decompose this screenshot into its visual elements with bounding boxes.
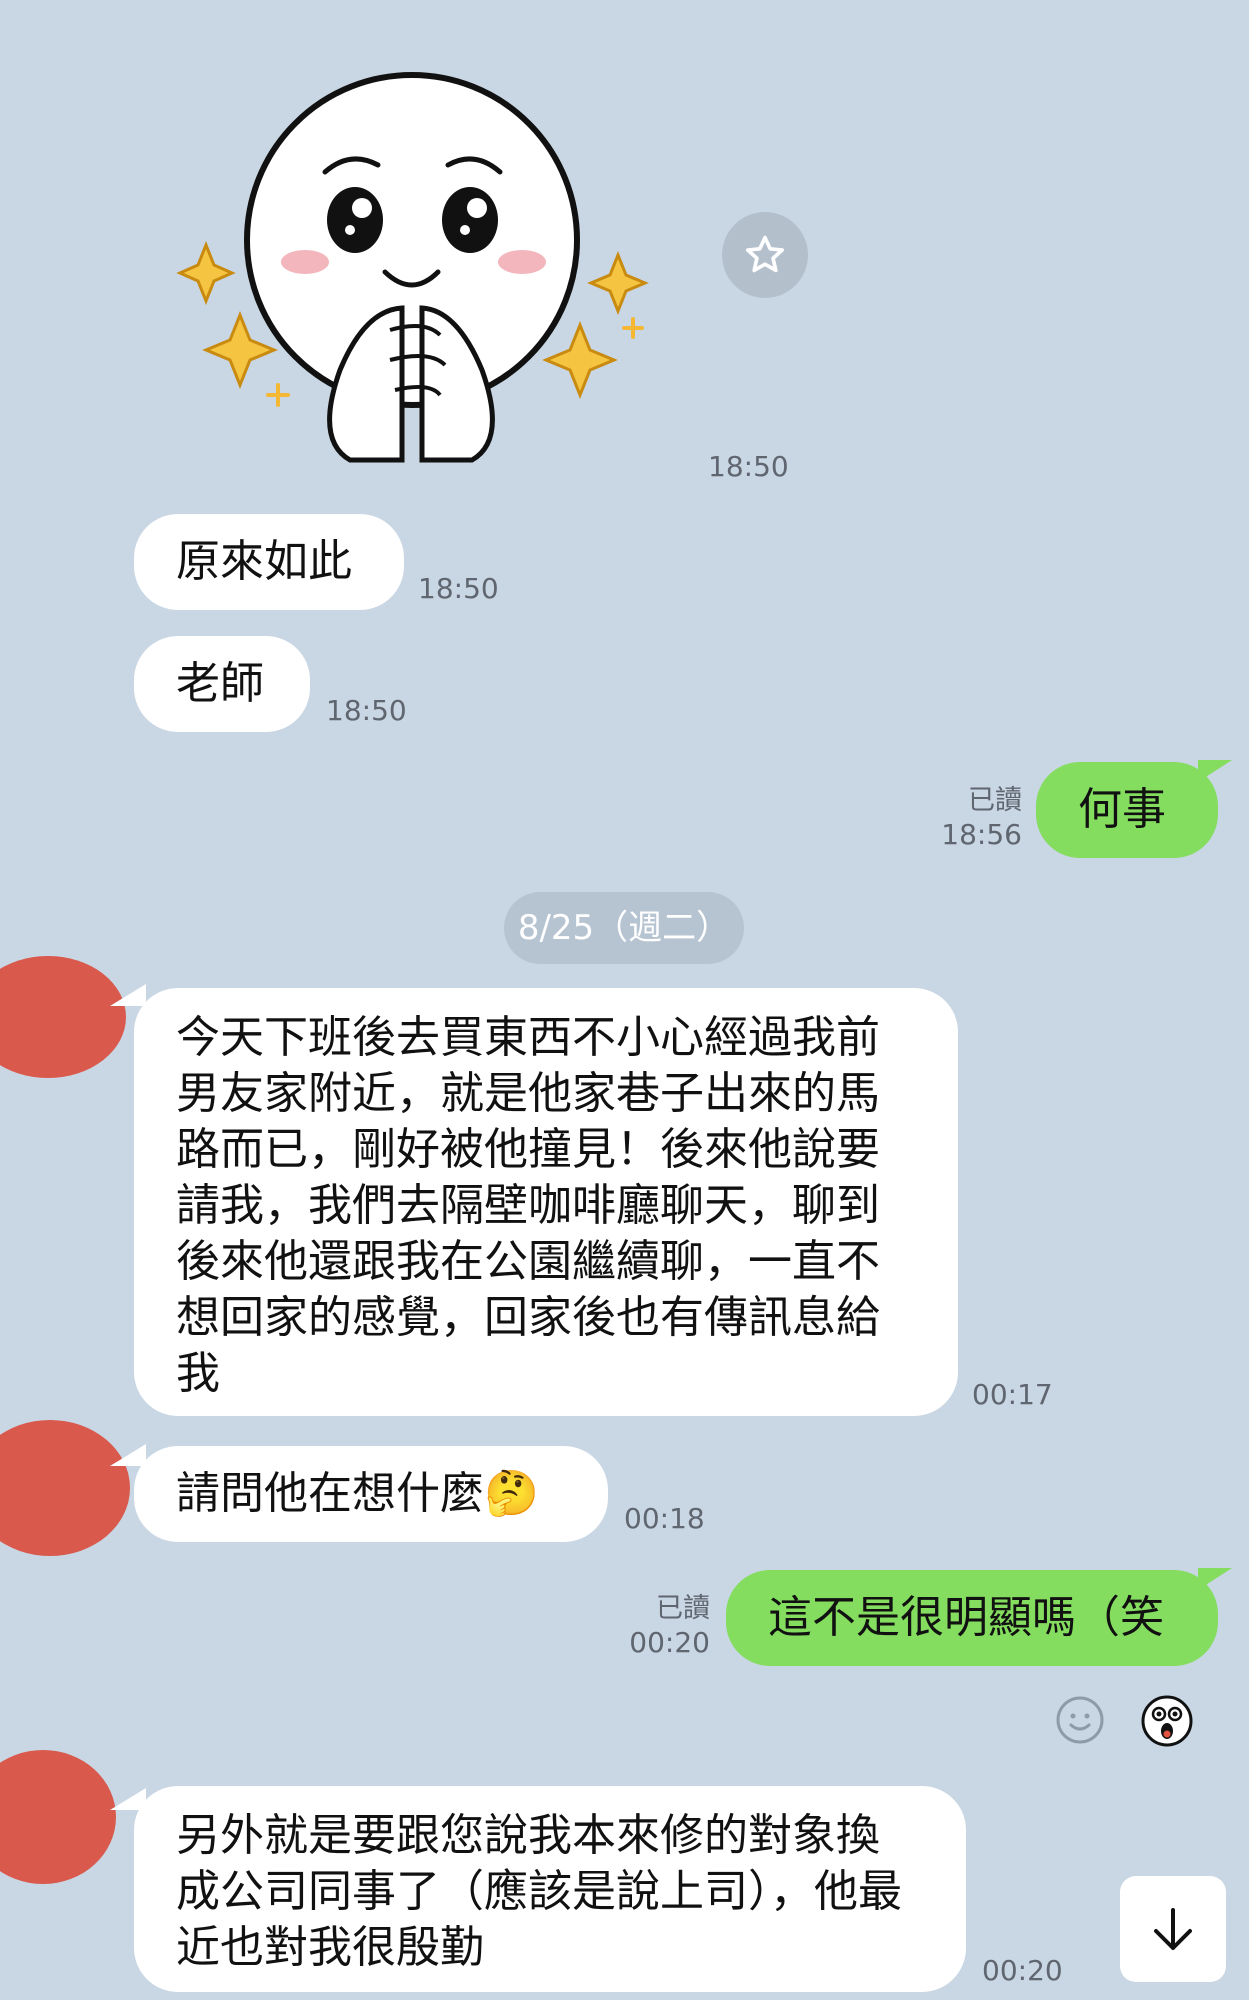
- date-divider: 8/25（週二）: [504, 892, 744, 964]
- message-time: 00:18: [624, 1502, 705, 1535]
- reaction-badge[interactable]: [1140, 1694, 1194, 1748]
- message-time: 18:50: [326, 694, 407, 727]
- message-time: 18:56: [941, 818, 1022, 851]
- bubble-tail: [110, 1444, 146, 1466]
- message-time: 00:20: [982, 1954, 1063, 1987]
- add-reaction-button[interactable]: [1054, 1694, 1106, 1746]
- message-time: 18:50: [708, 450, 789, 483]
- bubble-tail: [110, 984, 146, 1006]
- shocked-face-icon: [1141, 1695, 1193, 1747]
- message-time: 00:17: [972, 1378, 1053, 1411]
- message-bubble[interactable]: 老師: [134, 636, 310, 732]
- message-bubble[interactable]: 請問他在想什麼🤔: [134, 1446, 608, 1542]
- avatar[interactable]: [0, 956, 126, 1078]
- read-receipt: 已讀: [968, 785, 1022, 816]
- read-receipt: 已讀: [656, 1593, 710, 1624]
- scroll-to-bottom-button[interactable]: [1120, 1876, 1226, 1982]
- favorite-sticker-button[interactable]: [722, 212, 808, 298]
- message-bubble-sent[interactable]: 何事: [1036, 762, 1218, 858]
- bubble-tail: [1198, 760, 1232, 782]
- message-time: 00:20: [629, 1626, 710, 1659]
- arrow-down-icon: [1154, 1908, 1192, 1950]
- crying-face-sticker: [176, 72, 649, 463]
- smiley-icon: [1056, 1696, 1104, 1744]
- star-icon: [745, 235, 785, 273]
- message-time: 18:50: [418, 572, 499, 605]
- message-bubble[interactable]: 另外就是要跟您說我本來修的對象換 成公司同事了（應該是說上司），他最 近也對我很…: [134, 1786, 966, 1992]
- avatar[interactable]: [0, 1420, 130, 1556]
- message-bubble[interactable]: 今天下班後去買東西不小心經過我前 男友家附近，就是他家巷子出來的馬 路而已，剛好…: [134, 988, 958, 1416]
- message-bubble[interactable]: 原來如此: [134, 514, 404, 610]
- message-bubble-sent[interactable]: 這不是很明顯嗎（笑: [726, 1570, 1218, 1666]
- bubble-tail: [1198, 1568, 1232, 1590]
- avatar[interactable]: [0, 1750, 116, 1884]
- sticker-message[interactable]: [140, 30, 660, 470]
